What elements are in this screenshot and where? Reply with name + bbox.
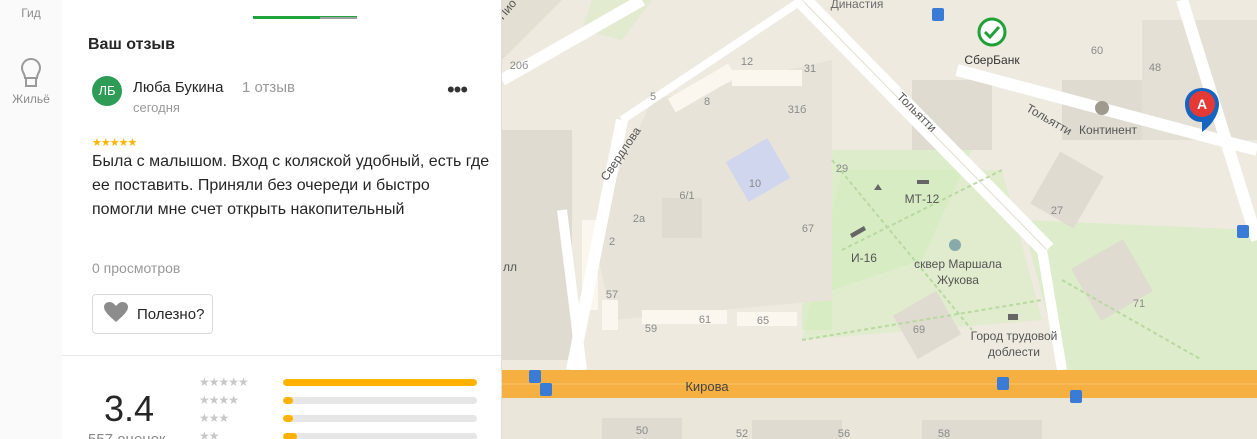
house-number: 67: [802, 223, 814, 235]
heart-icon: [103, 301, 129, 327]
house-number: 27: [1051, 205, 1063, 217]
house-number: 58: [938, 428, 950, 439]
rating-row-2: ★★: [199, 429, 489, 439]
rating-value: 3.4: [104, 388, 155, 429]
map-label-skver: сквер Маршала: [914, 257, 1002, 271]
rating-row-5: ★★★★★: [199, 375, 489, 389]
nav-item-housing[interactable]: Жильё: [0, 56, 62, 106]
useful-button-label: Полезно?: [137, 305, 205, 323]
house-number: 57: [606, 289, 618, 301]
rating-bar-fill: [283, 415, 293, 422]
house-number: 8: [704, 96, 710, 108]
map-label-gorod-2: доблести: [988, 345, 1040, 359]
nav-item-guide[interactable]: Гид: [0, 6, 62, 20]
house-number: 61: [699, 314, 711, 326]
map-label-kontinent: Континент: [1079, 123, 1137, 137]
house-number: 56: [838, 428, 850, 439]
user-review-count: 1 отзыв: [242, 79, 296, 96]
house-number: 65: [757, 315, 769, 327]
rating-row-stars: ★★★★: [199, 393, 239, 407]
map-canvas[interactable]: Династия СберБанк Континент Свердлова То…: [502, 0, 1257, 439]
map-label-ll: лл: [503, 260, 517, 274]
user-name[interactable]: Люба Букина: [133, 79, 223, 96]
divider: [62, 355, 501, 356]
map-label-sberbank: СберБанк: [964, 53, 1020, 67]
review-text: Была с малышом. Вход с коляской удобный,…: [92, 153, 490, 218]
useful-button[interactable]: Полезно?: [92, 294, 214, 334]
left-nav-rail: Гид Жильё: [0, 0, 63, 439]
rating-bar-track: [283, 379, 477, 386]
rating-bar-track: [283, 433, 477, 439]
map-label-dinastia: Династия: [831, 0, 884, 11]
house-number: 31б: [788, 104, 807, 116]
rating-bar-fill: [283, 379, 477, 386]
avatar[interactable]: ЛБ: [92, 76, 122, 106]
rating-row-stars: ★★★★★: [199, 375, 249, 389]
housing-icon: [0, 56, 62, 92]
review-stars: ★★★★★: [92, 137, 137, 149]
map-label-i16: И-16: [851, 251, 877, 265]
more-options-button[interactable]: •••: [443, 78, 471, 106]
nav-item-housing-label: Жильё: [12, 92, 50, 106]
nav-item-guide-label: Гид: [21, 6, 41, 20]
tab-scroll-indicator: [320, 17, 357, 19]
rating-bar-track: [283, 415, 477, 422]
review-panel: Ваш отзыв ЛБ Люба Букина 1 отзыв сегодня…: [62, 0, 502, 439]
house-number: 48: [1149, 62, 1161, 74]
map-label-gorod: Город трудовой: [971, 329, 1058, 343]
section-title: Ваш отзыв: [88, 36, 175, 53]
rating-bar-track: [283, 397, 477, 404]
house-number: 6/1: [679, 190, 694, 202]
rating-row-stars: ★★★: [199, 411, 229, 425]
rating-count: 557 оценок: [88, 431, 166, 439]
house-number: 71: [1133, 298, 1145, 310]
marker-letter: A: [1197, 96, 1207, 112]
rating-row-stars: ★★: [199, 429, 219, 439]
tab-bar: [62, 0, 501, 20]
rating-bar-fill: [283, 433, 297, 439]
house-number: 60: [1091, 45, 1103, 57]
map-label-mt12: МТ-12: [905, 192, 940, 206]
house-number: 2а: [633, 213, 646, 225]
house-number: 69: [913, 324, 925, 336]
house-number: 59: [645, 323, 657, 335]
views-count: 0 просмотров: [92, 260, 181, 276]
house-number: 5: [650, 91, 656, 103]
house-number: 29: [836, 163, 848, 175]
street-label-kirova: Кирова: [685, 379, 729, 394]
house-number: 50: [636, 425, 648, 437]
house-number: 31: [804, 63, 816, 75]
rating-bar-fill: [283, 397, 293, 404]
house-number: 12: [741, 56, 753, 68]
house-number: 52: [736, 428, 748, 439]
rating-row-4: ★★★★: [199, 393, 489, 407]
rating-row-3: ★★★: [199, 411, 489, 425]
house-number: 2: [609, 236, 615, 248]
map-label-skver-2: Жукова: [937, 273, 979, 287]
review-date: сегодня: [133, 100, 180, 115]
house-number: 20б: [510, 60, 529, 72]
map-view[interactable]: Династия СберБанк Континент Свердлова То…: [502, 0, 1257, 439]
house-number: 10: [749, 178, 761, 190]
